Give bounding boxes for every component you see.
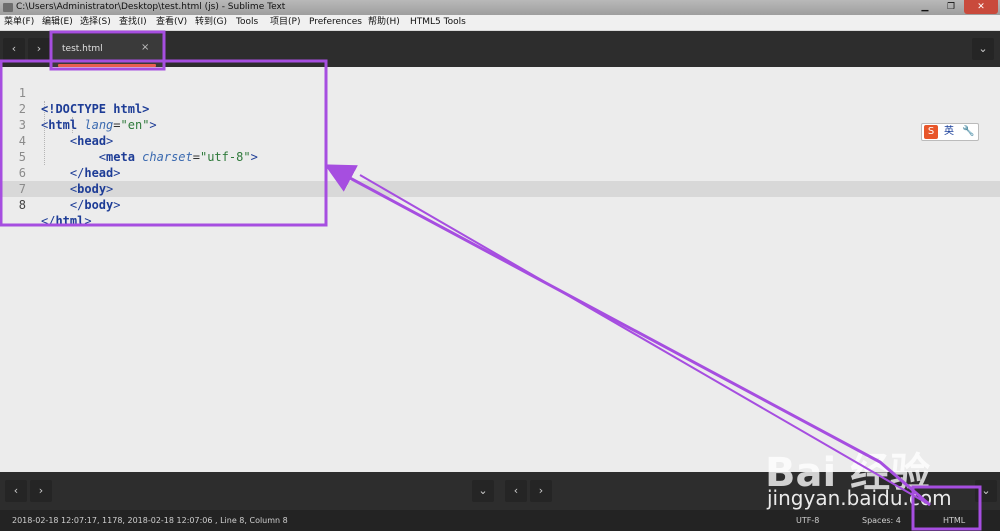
code-line: 4 <meta charset="utf-8"> [0,117,1000,164]
panel-prev-button[interactable]: ‹ [5,480,27,502]
tab-close-icon[interactable]: × [141,42,149,53]
menu-view[interactable]: 查看(V) [156,15,187,30]
panel-next-button[interactable]: › [30,480,52,502]
tab-next-button[interactable]: › [28,38,50,60]
tag-name: html [55,214,85,228]
tab-prev-button[interactable]: ‹ [3,38,25,60]
menu-html5-tools[interactable]: HTML5 Tools [410,15,466,30]
tag-bracket: > [84,214,92,228]
code-line: 1 <!DOCTYPE html> [0,69,1000,116]
menu-bar: 菜单(F) 编辑(E) 选择(S) 查找(I) 查看(V) 转到(G) Tool… [0,15,1000,31]
ime-toolbar[interactable]: S 英 🔧 [921,123,979,141]
panel-right-dropdown[interactable]: ⌄ [975,480,997,502]
bottom-panel: ‹ › ⌄ ‹ › ⌄ [0,472,1000,510]
menu-file[interactable]: 菜单(F) [4,15,34,30]
code-line: 7 </body> [0,165,1000,212]
panel-dropdown-button[interactable]: ⌄ [472,480,494,502]
maximize-button[interactable]: ❐ [938,0,964,14]
menu-find[interactable]: 查找(I) [119,15,147,30]
wrench-icon[interactable]: 🔧 [962,124,974,140]
status-indentation[interactable]: Spaces: 4 [862,510,901,531]
menu-edit[interactable]: 编辑(E) [42,15,73,30]
code-line: 2 <html lang="en"> [0,85,1000,132]
title-bar: C:\Users\Administrator\Desktop\test.html… [0,0,1000,15]
tag-bracket: </ [69,198,85,212]
menu-project[interactable]: 项目(P) [270,15,300,30]
sogou-logo-icon: S [924,125,938,139]
ime-mode[interactable]: 英 [944,124,954,140]
tag-bracket: </ [41,214,56,228]
menu-tools[interactable]: Tools [236,15,258,30]
menu-selection[interactable]: 选择(S) [80,15,111,30]
code-line: 6 <body> [0,149,1000,196]
tag-bracket: > [113,198,121,212]
menu-preferences[interactable]: Preferences [309,15,362,30]
tab-label: test.html [62,44,103,54]
line-number: 8 [18,198,26,212]
minimize-button[interactable]: ▁ [912,0,938,14]
close-window-button[interactable]: ✕ [964,0,998,14]
panel-center-next-button[interactable]: › [530,480,552,502]
tab-test-html[interactable]: test.html × [50,34,164,67]
tag-name: body [84,198,114,212]
status-info: 2018-02-18 12:07:17, 1178, 2018-02-18 12… [12,516,288,525]
code-line-current: 8 </html> [0,181,1000,228]
code-editor[interactable]: 1 <!DOCTYPE html> 2 <html lang="en"> 3 <… [0,67,1000,472]
window-title: C:\Users\Administrator\Desktop\test.html… [16,2,286,12]
code-line: 5 </head> [0,133,1000,180]
status-encoding[interactable]: UTF-8 [796,510,819,531]
menu-goto[interactable]: 转到(G) [195,15,227,30]
app-icon [3,3,13,12]
menu-help[interactable]: 帮助(H) [368,15,400,30]
tab-list-dropdown[interactable]: ⌄ [972,38,994,60]
code-line: 3 <head> [0,101,1000,148]
status-syntax[interactable]: HTML [943,510,965,531]
status-bar: 2018-02-18 12:07:17, 1178, 2018-02-18 12… [0,510,1000,531]
panel-center-prev-button[interactable]: ‹ [505,480,527,502]
